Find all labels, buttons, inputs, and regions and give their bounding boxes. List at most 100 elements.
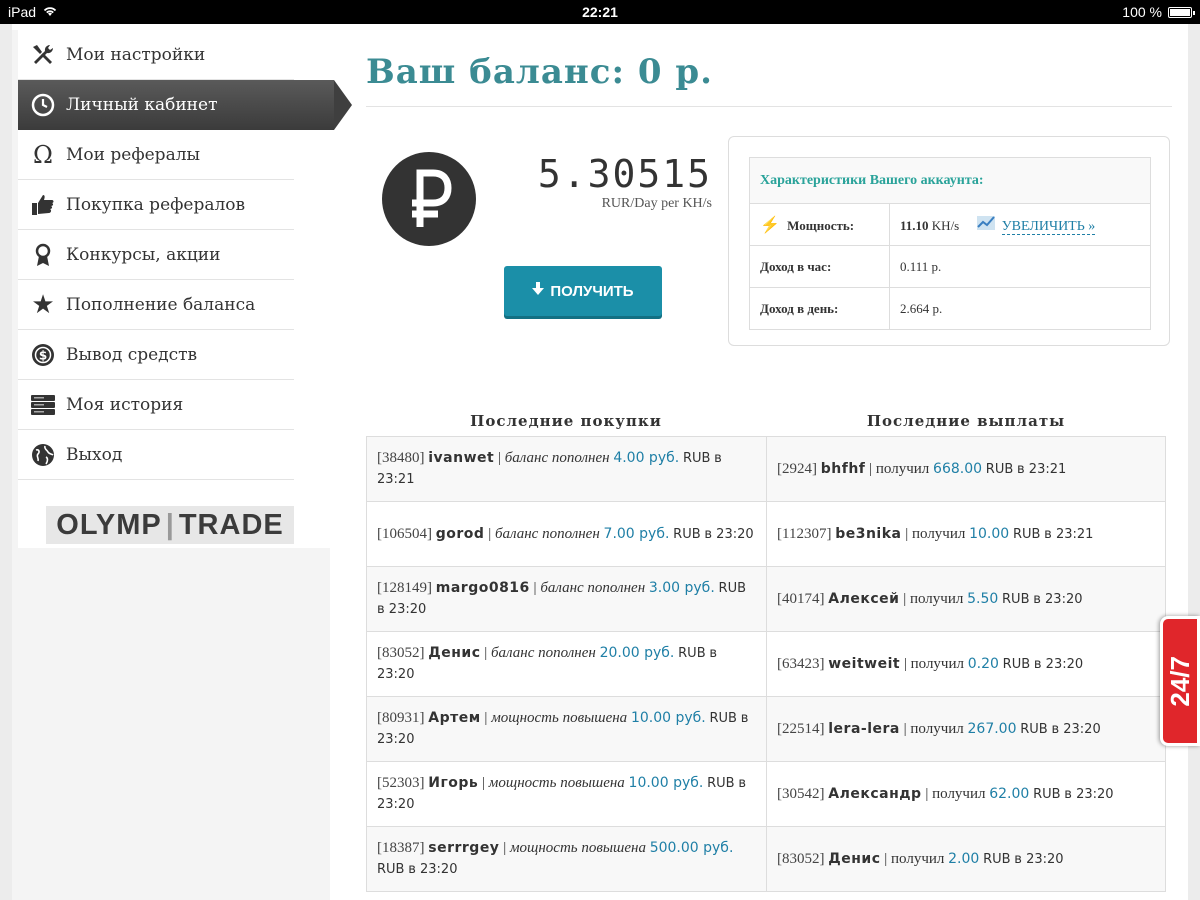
purchase-time: в 23:20	[704, 526, 754, 542]
purchase-row: [18387] serrrgey | мощность повышена 500…	[366, 827, 766, 892]
support-badge-text: 24/7	[1164, 655, 1195, 707]
logo-text-left: OLYMP	[56, 508, 162, 541]
purchase-id: [38480]	[377, 450, 425, 466]
purchase-user: Денис	[428, 645, 481, 661]
payout-id: [63423]	[777, 655, 825, 672]
payout-time: в 23:20	[1064, 786, 1114, 802]
rate-block: 5.30515 RUR/Day per KH/s	[516, 152, 712, 212]
payout-time: в 23:20	[1033, 656, 1084, 672]
payout-verb: получил	[932, 785, 986, 802]
purchase-id: [18387]	[377, 840, 425, 856]
coin-icon: $	[30, 342, 56, 368]
balance-title: Ваш баланс: 0 р.	[366, 52, 713, 92]
sidebar-item-referrals[interactable]: Ω Мои рефералы	[18, 130, 294, 180]
payouts-list: [2924] bhfhf | получил 668.00 RUB в 23:2…	[766, 437, 1166, 892]
sidebar-item-label: Мои настройки	[66, 44, 206, 65]
power-label-cell: ⚡ Мощность:	[749, 203, 890, 246]
purchase-amount: 4.00 руб.	[613, 450, 680, 466]
payout-time: в 23:20	[1014, 851, 1064, 867]
payout-currency: RUB	[1012, 526, 1041, 542]
payout-time: в 23:20	[1033, 591, 1083, 607]
purchase-currency: RUB	[678, 646, 706, 661]
sidebar-nav: Мои настройки Личный кабинет Ω Мои рефер…	[18, 30, 352, 480]
payout-currency: RUB	[1020, 721, 1048, 737]
purchase-user: ivanwet	[428, 450, 495, 466]
purchase-id: [128149]	[377, 580, 432, 596]
purchase-row: [52303] Игорь | мощность повышена 10.00 …	[366, 762, 766, 827]
purchase-user: margo0816	[435, 580, 530, 596]
hour-label: Доход в час:	[749, 245, 890, 288]
chart-up-icon	[976, 216, 1000, 233]
day-label: Доход в день:	[749, 287, 890, 330]
purchase-row: [83052] Денис | баланс пополнен 20.00 ру…	[366, 632, 766, 697]
sidebar-item-topup[interactable]: ★ Пополнение баланса	[18, 280, 294, 330]
purchase-amount: 500.00 руб.	[649, 840, 734, 856]
sidebar-item-cabinet[interactable]: Личный кабинет	[18, 80, 352, 130]
rate-unit: RUR/Day per KH/s	[601, 196, 712, 211]
purchase-currency: RUB	[377, 862, 405, 877]
payout-verb: получил	[910, 720, 964, 737]
payout-user: Денис	[828, 850, 881, 867]
get-button-label: ПОЛУЧИТЬ	[550, 282, 634, 300]
hour-value: 0.111 р.	[889, 245, 1151, 288]
sidebar-item-logout[interactable]: Выход	[18, 430, 294, 480]
sidebar-item-label: Моя история	[66, 394, 184, 415]
purchase-currency: RUB	[707, 776, 735, 791]
purchase-row: [128149] margo0816 | баланс пополнен 3.0…	[366, 567, 766, 632]
payout-id: [40174]	[777, 590, 825, 607]
divider	[366, 106, 1172, 107]
get-button[interactable]: ПОЛУЧИТЬ	[504, 266, 662, 316]
purchase-user: Артем	[428, 710, 481, 726]
purchase-amount: 10.00 руб.	[630, 710, 706, 726]
globe-icon	[30, 442, 56, 468]
power-value-cell: 11.10 KH/s УВЕЛИЧИТЬ »	[889, 203, 1151, 246]
payout-verb: получил	[911, 525, 966, 542]
payout-id: [22514]	[777, 720, 825, 737]
battery-percent: 100 %	[1122, 4, 1162, 20]
purchase-amount: 20.00 руб.	[599, 645, 675, 661]
sidebar-item-history[interactable]: Моя история	[18, 380, 294, 430]
sidebar-item-label: Вывод средств	[66, 344, 198, 365]
sidebar-item-settings[interactable]: Мои настройки	[18, 30, 294, 80]
purchase-currency: RUB	[682, 451, 711, 466]
purchase-user: gorod	[435, 525, 485, 542]
support-247-badge[interactable]: 24/7	[1160, 616, 1200, 746]
purchase-user: serrrgey	[428, 840, 500, 856]
payout-id: [83052]	[777, 850, 825, 867]
purchase-currency: RUB	[709, 711, 737, 726]
payout-verb: получил	[910, 655, 964, 672]
purchase-action: мощность повышена	[491, 710, 628, 726]
purchase-action: баланс пополнен	[504, 450, 610, 466]
sidebar-item-buy-referrals[interactable]: Покупка рефералов	[18, 180, 294, 230]
payout-row: [30542] Александр | получил 62.00 RUB в …	[766, 762, 1166, 827]
logo-separator: |	[165, 508, 175, 541]
star-icon: ★	[31, 289, 55, 320]
award-icon	[30, 242, 56, 268]
upgrade-link[interactable]: УВЕЛИЧИТЬ »	[1001, 219, 1096, 235]
payout-id: [2924]	[777, 460, 817, 477]
sidebar-item-withdraw[interactable]: $ Вывод средств	[18, 330, 294, 380]
sidebar-item-label: Конкурсы, акции	[66, 244, 221, 265]
logo-text-right: TRADE	[178, 508, 284, 541]
clock-icon	[30, 92, 56, 118]
purchase-action: мощность повышена	[509, 840, 646, 856]
account-heading: Характеристики Вашего аккаунта:	[749, 157, 1151, 204]
purchase-amount: 7.00 руб.	[603, 525, 670, 542]
payout-amount: 10.00	[969, 525, 1010, 542]
payout-user: Александр	[828, 785, 922, 802]
purchase-action: баланс пополнен	[494, 525, 600, 542]
olymp-trade-logo[interactable]: OLYMP | TRADE	[46, 506, 294, 544]
sidebar-item-label: Личный кабинет	[66, 95, 218, 115]
sidebar-item-label: Покупка рефералов	[66, 194, 246, 215]
rate-value: 5.30515	[537, 152, 712, 196]
payout-time: в 23:20	[1051, 721, 1101, 737]
sidebar-item-contests[interactable]: Конкурсы, акции	[18, 230, 294, 280]
clock: 22:21	[582, 4, 618, 20]
purchase-row: [38480] ivanwet | баланс пополнен 4.00 р…	[366, 437, 766, 502]
payout-currency: RUB	[1033, 786, 1061, 802]
payout-row: [112307] be3nika | получил 10.00 RUB в 2…	[766, 502, 1166, 567]
purchase-action: баланс пополнен	[540, 580, 646, 596]
payout-amount: 62.00	[989, 785, 1030, 802]
ios-status-bar: iPad 22:21 100 %	[0, 0, 1200, 24]
payout-time: в 23:21	[1044, 526, 1094, 542]
